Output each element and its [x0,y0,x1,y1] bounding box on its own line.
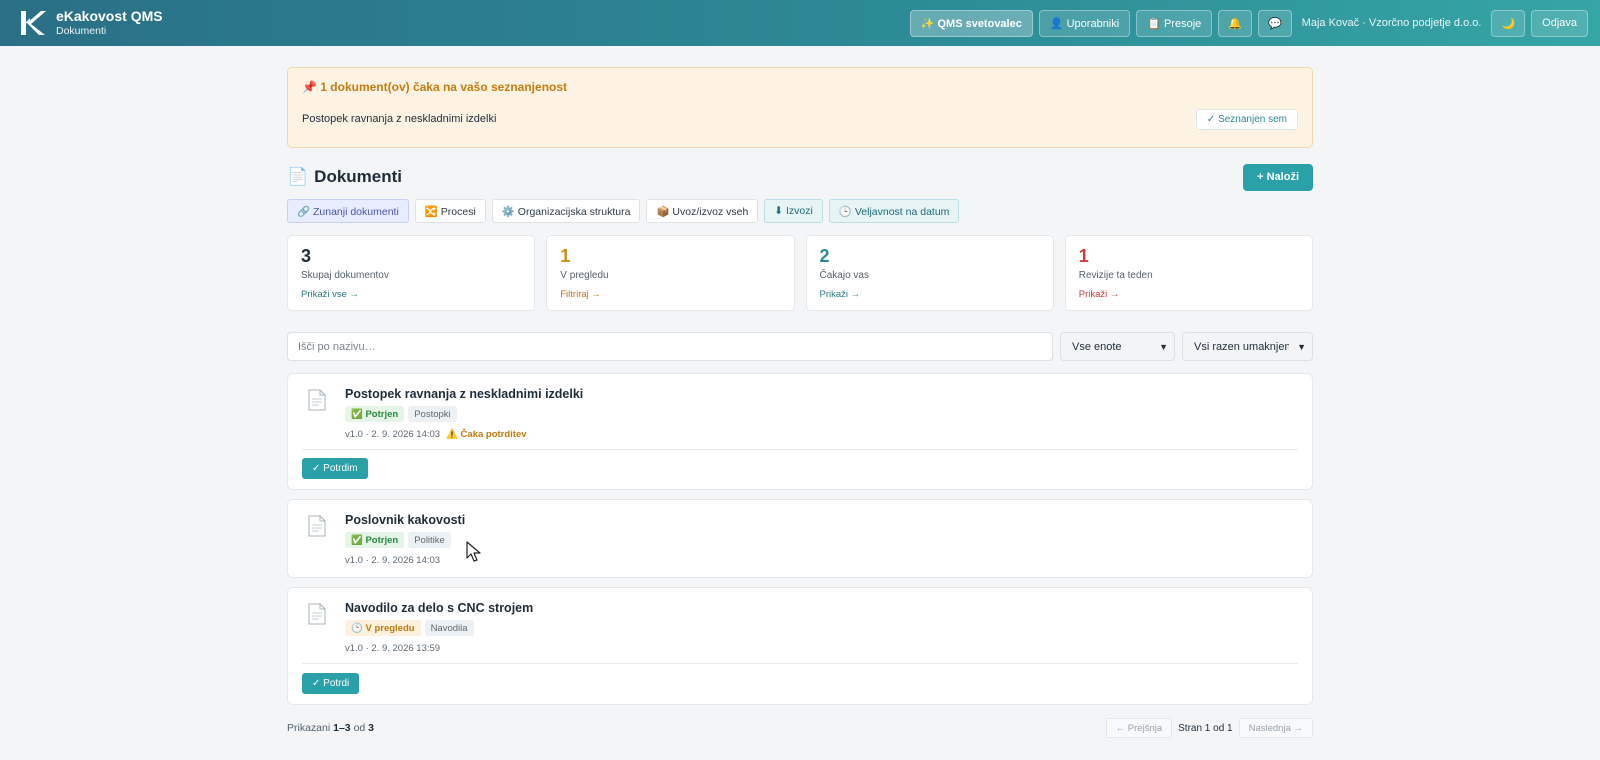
divider [302,449,1298,450]
external-documents-button[interactable]: 🔗 Zunanji dokumenti [287,199,409,223]
status-badge: 🕒 V pregledu [345,620,421,636]
stat-value: 1 [1078,246,1089,266]
stat-value: 3 [301,246,312,266]
document-icon: 📄 [287,167,309,186]
notifications-button[interactable]: 🔔 [1218,9,1252,37]
stat-label: Čakajo vas [819,270,869,281]
stat-card-revisions[interactable]: 1 Revizije ta teden Prikaži → [1064,235,1313,311]
document-title[interactable]: Postopek ravnanja z neskladnimi izdelki [345,387,583,401]
version-date: v1.0 · 2. 9. 2026 13:59 [345,643,441,654]
document-meta: v1.0 · 2. 9. 2026 14:03 ⚠️ Čaka potrdite… [345,429,527,440]
document-tags: ✅ Potrjen Postopki [345,406,457,422]
page-title-row: 📄 Dokumenti + Naloži [287,163,1313,191]
org-structure-button[interactable]: ⚙️ Organizacijska struktura [491,199,641,223]
chat-icon: 💬 [1267,17,1282,30]
audits-button[interactable]: 📋 Presoje [1136,9,1213,37]
stat-card-in-review[interactable]: 1 V pregledu Filtriraj → [546,235,795,311]
stat-card-awaiting[interactable]: 2 Čakajo vas Prikaži → [805,235,1054,311]
stat-value: 1 [560,246,571,266]
pager: ← Prejšnja Stran 1 od 1 Naslednja → [1105,718,1313,738]
validity-on-date-button[interactable]: 🕒 Veljavnost na datum [828,199,960,223]
page-subtitle: Dokumenti [56,25,107,38]
archive-filter-select[interactable]: Vsi razen umaknjenih ▼ [1182,332,1313,361]
page-title-text: Dokumenti [314,167,403,186]
file-icon [308,515,326,537]
status-badge: ✅ Potrjen [345,532,405,548]
document-subnav: 🔗 Zunanji dokumenti 🔀 Procesi ⚙️ Organiz… [287,199,960,223]
theme-toggle-button[interactable]: 🌙 [1491,9,1526,37]
qms-advisor-button[interactable]: ✨ QMS svetovalec [909,9,1033,37]
range-total: 3 [368,722,375,734]
search-input[interactable]: Išči po nazivu… [287,332,1053,361]
document-title[interactable]: Poslovnik kakovosti [345,513,465,527]
mouse-cursor-icon [466,541,481,562]
moon-icon: 🌙 [1501,17,1516,30]
confirm-button[interactable]: ✓ Potrdi [302,673,360,694]
brand: eKakovost QMS Dokumenti [56,8,163,37]
stat-label: Skupaj dokumentov [301,270,389,281]
unit-select-value: Vse enote [1072,340,1122,353]
stat-value: 2 [819,246,830,266]
main-content: 📌 1 dokument(ov) čaka na vašo seznanjeno… [287,67,1313,738]
chevron-down-icon: ▼ [1297,341,1306,352]
page-info: Stran 1 od 1 [1178,722,1233,734]
acknowledgement-notice: 📌 1 dokument(ov) čaka na vašo seznanjeno… [287,67,1313,148]
upload-button[interactable]: + Naloži [1243,163,1313,191]
acknowledge-button[interactable]: ✓ Seznanjen sem [1195,109,1298,130]
notice-document-name: Postopek ravnanja z neskladnimi izdelki [302,113,497,125]
stat-link[interactable]: Prikaži → [820,289,1040,300]
previous-page-button[interactable]: ← Prejšnja [1105,718,1173,738]
stat-label: V pregledu [560,270,609,281]
document-card[interactable]: Postopek ravnanja z neskladnimi izdelki … [287,373,1313,490]
divider [302,663,1298,664]
page-title: 📄 Dokumenti [287,167,402,187]
document-card[interactable]: Poslovnik kakovosti ✅ Potrjen Politike v… [287,499,1313,578]
notice-title: 📌 1 dokument(ov) čaka na vašo seznanjeno… [302,80,568,94]
pending-warning: ⚠️ Čaka potrditev [446,429,527,440]
category-badge: Politike [408,532,451,548]
stat-link[interactable]: Prikaži → [1079,289,1299,300]
exports-button[interactable]: ⬇ Izvozi [764,199,823,223]
filter-bar: Išči po nazivu… Vse enote ▼ Vsi razen um… [287,332,1313,361]
next-page-button[interactable]: Naslednja → [1238,718,1313,738]
status-badge: ✅ Potrjen [345,406,405,422]
archive-select-value: Vsi razen umaknjenih [1194,340,1290,353]
file-icon [308,389,326,411]
stat-link[interactable]: Filtriraj → [560,289,780,300]
document-meta: v1.0 · 2. 9. 2026 13:59 [345,643,440,654]
header-actions: ✨ QMS svetovalec 👤 Uporabniki 📋 Presoje … [909,9,1588,37]
document-title[interactable]: Navodilo za delo s CNC strojem [345,601,533,615]
processes-button[interactable]: 🔀 Procesi [414,199,486,223]
document-card[interactable]: Navodilo za delo s CNC strojem 🕒 V pregl… [287,587,1313,705]
category-badge: Navodila [424,620,474,636]
stats-cards: 3 Skupaj dokumentov Prikaži vse → 1 V pr… [287,235,1313,311]
top-header: eKakovost QMS Dokumenti ✨ QMS svetovalec… [0,0,1600,46]
stat-card-total[interactable]: 3 Skupaj dokumentov Prikaži vse → [287,235,536,311]
category-badge: Postopki [408,406,457,422]
logout-button[interactable]: Odjava [1531,9,1588,37]
range-prefix: Prikazani [287,722,331,734]
document-tags: 🕒 V pregledu Navodila [345,620,474,636]
import-export-button[interactable]: 📦 Uvoz/izvoz vseh [646,199,759,223]
file-icon [308,603,326,625]
confirm-button[interactable]: ✓ Potrdim [302,458,368,479]
version-date: v1.0 · 2. 9. 2026 14:03 [345,429,441,440]
user-info: Maja Kovač · Vzorčno podjetje d.o.o. [1301,17,1482,29]
chevron-down-icon: ▼ [1159,341,1168,352]
stat-link[interactable]: Prikaži vse → [301,289,521,300]
document-meta: v1.0 · 2. 9. 2026 14:03 [345,555,440,566]
pagination-row: Prikazani 1–3 od 3 ← Prejšnja Stran 1 od… [287,718,1313,738]
range-of: od [353,722,366,734]
unit-select[interactable]: Vse enote ▼ [1060,332,1175,361]
version-date: v1.0 · 2. 9. 2026 14:03 [345,555,441,566]
chat-button[interactable]: 💬 [1257,9,1292,37]
app-logo[interactable] [16,7,48,39]
results-range: Prikazani 1–3 od 3 [287,722,374,734]
document-tags: ✅ Potrjen Politike [345,532,451,548]
app-title: eKakovost QMS [56,8,163,25]
range-values: 1–3 [333,722,351,734]
stat-label: Revizije ta teden [1078,270,1153,281]
users-button[interactable]: 👤 Uporabniki [1038,9,1131,37]
bell-icon: 🔔 [1228,17,1242,30]
